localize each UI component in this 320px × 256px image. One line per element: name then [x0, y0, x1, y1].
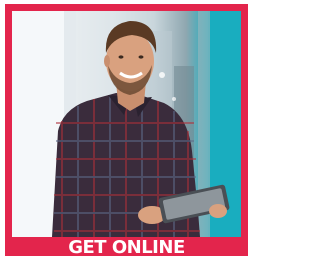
eye [138, 55, 144, 59]
right-hand [209, 204, 227, 218]
ad-frame: GET ONLINE [5, 4, 248, 256]
get-online-button[interactable]: GET ONLINE [5, 237, 248, 256]
eye [118, 55, 124, 59]
photo-illustration [12, 11, 241, 237]
ceiling-light [172, 97, 176, 101]
hero-photo [12, 11, 241, 237]
ear [104, 55, 110, 67]
ad-banner[interactable]: GET ONLINE [0, 0, 253, 256]
ceiling-light [159, 72, 165, 78]
